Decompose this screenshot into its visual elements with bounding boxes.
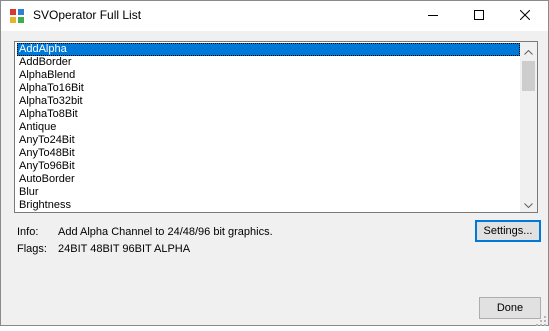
operator-list: AddAlpha AddBorder AlphaBlend AlphaTo16Bit A… (17, 43, 520, 212)
scroll-down-button[interactable] (520, 195, 537, 212)
chevron-down-icon (524, 195, 533, 213)
scroll-thumb[interactable] (522, 61, 535, 91)
minimize-icon (428, 7, 438, 25)
done-button[interactable]: Done (479, 297, 541, 319)
list-item[interactable]: Antique (17, 121, 520, 134)
title-bar[interactable]: SVOperator Full List (1, 1, 548, 31)
list-item[interactable]: Brightness (17, 199, 520, 212)
list-item[interactable]: AnyTo24Bit (17, 134, 520, 147)
main-window: SVOperator Full List AddAlpha AddBorder Al… (0, 0, 549, 326)
minimize-button[interactable] (410, 1, 456, 31)
chevron-up-icon (524, 42, 533, 60)
maximize-icon (474, 7, 484, 25)
list-item[interactable]: AlphaBlend (17, 69, 520, 82)
settings-button[interactable]: Settings... (475, 220, 541, 242)
list-item[interactable]: AnyTo48Bit (17, 147, 520, 160)
flags-label: Flags: (17, 243, 47, 255)
info-label: Info: (17, 226, 39, 238)
list-item[interactable]: AutoBorder (17, 173, 520, 186)
resize-grip-icon[interactable] (536, 313, 546, 326)
operator-listbox[interactable]: AddAlpha AddBorder AlphaBlend AlphaTo16Bit A… (14, 41, 538, 213)
list-scrollbar[interactable] (520, 42, 537, 212)
close-icon (519, 7, 531, 25)
list-item[interactable]: AddBorder (17, 56, 520, 69)
close-button[interactable] (502, 1, 548, 31)
app-icon (9, 8, 25, 24)
list-item[interactable]: Blur (17, 186, 520, 199)
scroll-up-button[interactable] (520, 42, 537, 59)
list-item[interactable]: AlphaTo16Bit (17, 82, 520, 95)
list-item[interactable]: AddAlpha (17, 43, 520, 56)
window-title: SVOperator Full List (33, 8, 142, 22)
list-item[interactable]: AlphaTo32bit (17, 95, 520, 108)
flags-text: 24BIT 48BIT 96BIT ALPHA (58, 243, 191, 255)
maximize-button[interactable] (456, 1, 502, 31)
list-item[interactable]: AnyTo96Bit (17, 160, 520, 173)
info-text: Add Alpha Channel to 24/48/96 bit graphi… (58, 226, 273, 238)
list-item[interactable]: AlphaTo8Bit (17, 108, 520, 121)
